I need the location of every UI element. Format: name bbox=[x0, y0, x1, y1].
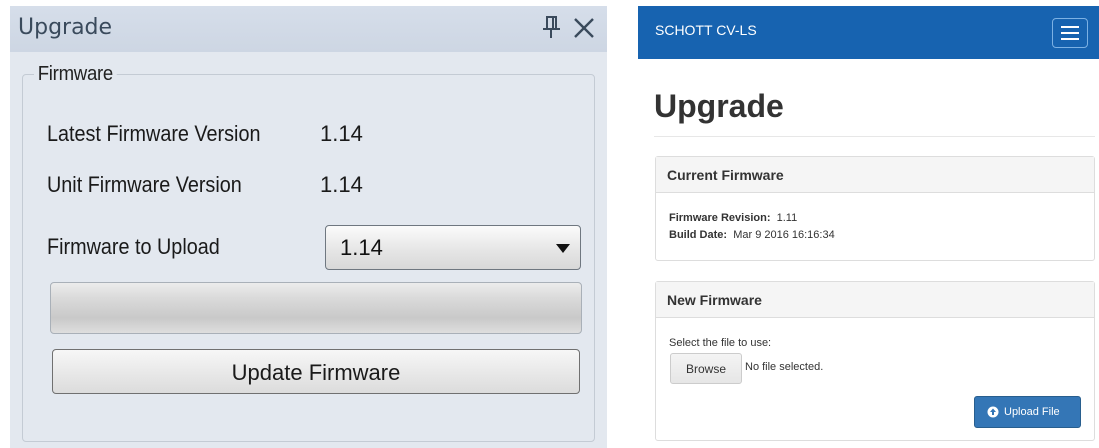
new-firmware-heading: New Firmware bbox=[656, 282, 1094, 318]
unit-firmware-label: Unit Firmware Version bbox=[47, 172, 242, 197]
current-firmware-heading: Current Firmware bbox=[656, 157, 1094, 193]
upgrade-panel: Upgrade Firmware Latest Firmware Version… bbox=[10, 6, 607, 448]
page-title: Upgrade bbox=[654, 88, 784, 124]
browse-label: Browse bbox=[685, 362, 726, 376]
menu-icon bbox=[1061, 26, 1079, 40]
update-firmware-label: Update Firmware bbox=[231, 360, 401, 385]
panel-titlebar: Upgrade bbox=[10, 6, 607, 52]
firmware-revision-line: Firmware Revision: 1.11 bbox=[669, 212, 797, 224]
firmware-upload-label: Firmware to Upload bbox=[47, 234, 220, 259]
build-date-line: Build Date: Mar 9 2016 16:16:34 bbox=[669, 229, 835, 241]
upload-file-label: Upload File bbox=[1004, 406, 1060, 418]
current-firmware-title: Current Firmware bbox=[667, 167, 784, 183]
upload-circle-icon bbox=[987, 406, 999, 418]
latest-firmware-label: Latest Firmware Version bbox=[47, 121, 261, 146]
firmware-revision-value: 1.11 bbox=[776, 212, 798, 224]
upload-file-button[interactable]: Upload File bbox=[974, 396, 1081, 428]
new-firmware-title: New Firmware bbox=[667, 292, 762, 308]
close-icon[interactable] bbox=[571, 15, 597, 41]
selected-version: 1.14 bbox=[340, 235, 383, 260]
chevron-down-icon bbox=[556, 244, 570, 253]
pin-icon[interactable] bbox=[539, 15, 563, 41]
upload-progress-bar bbox=[50, 282, 582, 334]
firmware-revision-label: Firmware Revision: bbox=[669, 212, 771, 224]
update-firmware-button[interactable]: Update Firmware bbox=[52, 349, 580, 394]
panel-title: Upgrade bbox=[18, 15, 113, 40]
firmware-version-select[interactable]: 1.14 bbox=[325, 225, 581, 270]
current-firmware-panel: Current Firmware Firmware Revision: 1.11… bbox=[655, 156, 1095, 261]
build-date-label: Build Date: bbox=[669, 229, 728, 241]
file-instruction: Select the file to use: bbox=[669, 337, 772, 349]
unit-firmware-value: 1.14 bbox=[320, 172, 363, 197]
file-status: No file selected. bbox=[745, 361, 824, 373]
top-navbar: SCHOTT CV-LS bbox=[638, 6, 1099, 59]
firmware-group-label: Firmware bbox=[34, 63, 117, 86]
heading-divider bbox=[654, 136, 1095, 137]
browse-button[interactable]: Browse bbox=[670, 353, 742, 384]
brand-link[interactable]: SCHOTT CV-LS bbox=[655, 22, 757, 38]
nav-toggle-button[interactable] bbox=[1052, 18, 1088, 48]
new-firmware-panel: New Firmware Select the file to use: Bro… bbox=[655, 281, 1095, 441]
build-date-value: Mar 9 2016 16:16:34 bbox=[733, 229, 835, 241]
latest-firmware-value: 1.14 bbox=[320, 121, 363, 146]
